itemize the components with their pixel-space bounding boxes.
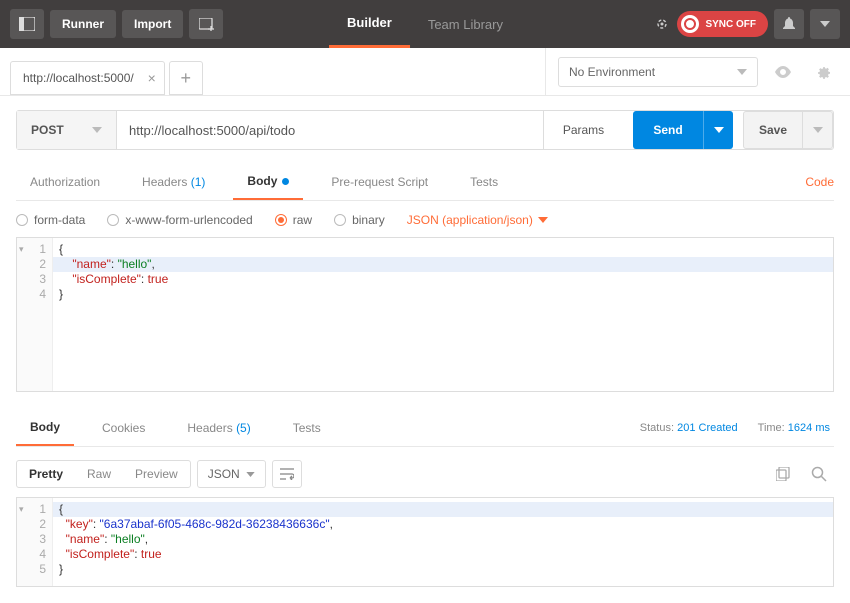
status-info: Status: 201 Created Time: 1624 ms [640,422,834,434]
chevron-down-icon [737,69,747,75]
method-select[interactable]: POST [17,111,117,149]
request-body-editor[interactable]: ▾1 2 3 4 { "name": "hello", "isComplete"… [16,237,834,392]
body-type-row: form-data x-www-form-urlencoded raw bina… [16,201,834,237]
params-button[interactable]: Params [543,111,623,149]
chevron-down-icon [538,217,548,223]
editor-code: { "key": "6a37abaf-6f05-468c-982d-362384… [53,498,833,586]
request-tab[interactable]: http://localhost:5000/ × [10,61,165,95]
editor-code[interactable]: { "name": "hello", "isComplete": true } [53,238,833,391]
gear-icon[interactable] [808,57,838,87]
interceptor-icon[interactable] [653,15,671,33]
top-nav: Builder Team Library [329,0,521,48]
view-pretty[interactable]: Pretty [17,461,75,487]
top-bar: Runner Import Builder Team Library SYNC … [0,0,850,48]
sidebar-toggle-button[interactable] [10,9,44,39]
radio-raw[interactable]: raw [275,213,312,227]
response-toolbar: Pretty Raw Preview JSON [16,447,834,497]
notifications-button[interactable] [774,9,804,39]
search-icon[interactable] [804,459,834,489]
content-type-select[interactable]: JSON (application/json) [407,213,548,227]
radio-binary[interactable]: binary [334,213,385,227]
resp-tab-headers[interactable]: Headers (5) [173,411,264,445]
view-mode-segment: Pretty Raw Preview [16,460,191,488]
chevron-down-icon [92,127,102,133]
send-button[interactable]: Send [633,111,703,149]
resp-tab-cookies[interactable]: Cookies [88,411,159,445]
status-value: 201 Created [677,422,738,434]
unsaved-dot-icon [282,178,289,185]
radio-form-data[interactable]: form-data [16,213,85,227]
request-panel: POST http://localhost:5000/api/todo Para… [0,96,850,587]
copy-button[interactable] [768,459,798,489]
runner-button[interactable]: Runner [50,10,116,38]
tab-team-library[interactable]: Team Library [410,0,521,48]
format-select[interactable]: JSON [197,460,266,488]
environment-label: No Environment [569,65,655,79]
url-input[interactable]: http://localhost:5000/api/todo [117,111,543,149]
resp-tab-tests[interactable]: Tests [279,411,335,445]
env-bar: http://localhost:5000/ × + No Environmen… [0,48,850,96]
sync-icon [681,15,699,33]
request-row: POST http://localhost:5000/api/todo Para… [16,110,834,150]
close-icon[interactable]: × [148,70,156,86]
wrap-lines-button[interactable] [272,460,302,488]
tab-headers[interactable]: Headers (1) [128,165,219,199]
import-button[interactable]: Import [122,10,183,38]
quick-look-button[interactable] [768,57,798,87]
new-tab-button[interactable]: + [169,61,203,95]
radio-xwww[interactable]: x-www-form-urlencoded [107,213,252,227]
settings-dropdown-button[interactable] [810,9,840,39]
response-tabs: Body Cookies Headers (5) Tests Status: 2… [16,410,834,447]
new-window-button[interactable] [189,9,223,39]
code-link[interactable]: Code [805,165,834,199]
sync-button[interactable]: SYNC OFF [677,11,768,37]
sync-label: SYNC OFF [705,19,756,30]
view-raw[interactable]: Raw [75,461,123,487]
response-body-editor[interactable]: ▾1 2 3 4 5 { "key": "6a37abaf-6f05-468c-… [16,497,834,587]
method-label: POST [31,123,64,137]
resp-tab-body[interactable]: Body [16,410,74,446]
time-value: 1624 ms [788,422,830,434]
save-dropdown[interactable] [803,111,833,149]
chevron-down-icon [246,472,255,477]
save-button[interactable]: Save [743,111,803,149]
tab-prerequest[interactable]: Pre-request Script [317,165,442,199]
send-dropdown[interactable] [703,111,733,149]
environment-select[interactable]: No Environment [558,57,758,87]
view-preview[interactable]: Preview [123,461,190,487]
request-subtabs: Authorization Headers (1) Body Pre-reque… [16,164,834,201]
request-tabstrip: http://localhost:5000/ × + [0,48,546,95]
tab-builder[interactable]: Builder [329,0,410,48]
tab-tests[interactable]: Tests [456,165,512,199]
tab-authorization[interactable]: Authorization [16,165,114,199]
request-tab-label: http://localhost:5000/ [23,71,134,85]
editor-gutter: ▾1 2 3 4 5 [17,498,53,586]
tab-body[interactable]: Body [233,164,303,200]
editor-gutter: ▾1 2 3 4 [17,238,53,391]
